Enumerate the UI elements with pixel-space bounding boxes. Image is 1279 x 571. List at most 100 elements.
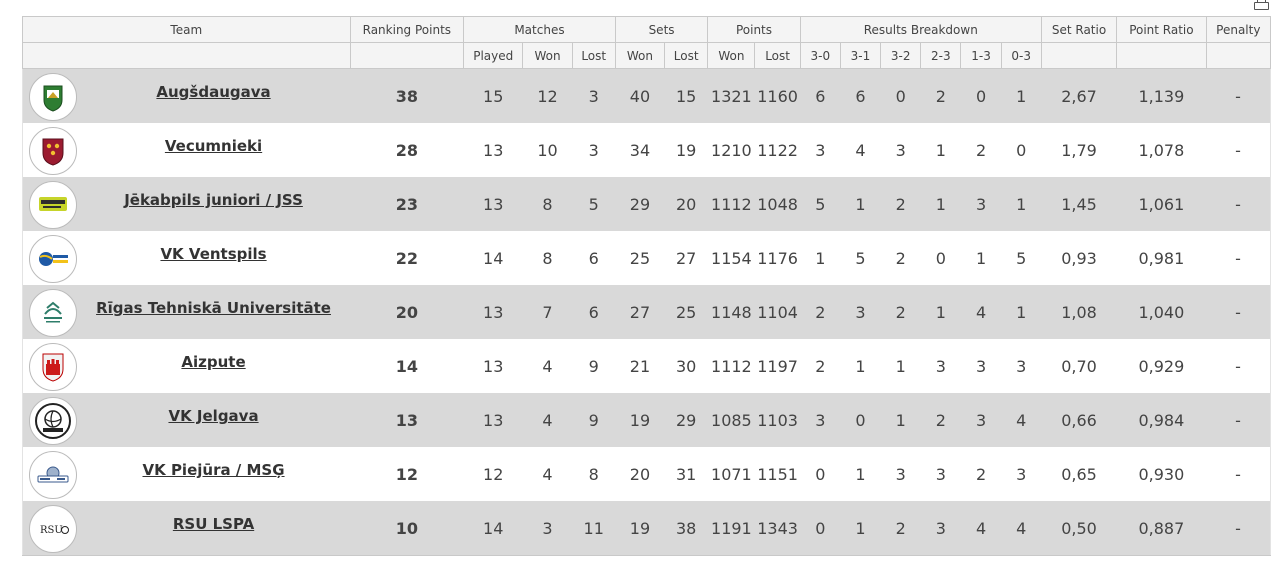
matches-won-cell: 12 (522, 68, 573, 123)
header-breakdown-3-1[interactable]: 3-1 (839, 42, 882, 69)
breakdown-3-0-cell: 6 (800, 68, 841, 123)
breakdown-3-0-cell: 3 (800, 393, 841, 447)
svg-text:RSU: RSU (40, 525, 63, 536)
sets-won-cell: 19 (615, 501, 665, 556)
header-matches-played[interactable]: Played (463, 42, 524, 69)
breakdown-0-3-cell: 0 (1001, 123, 1042, 177)
matches-won-cell: 4 (522, 339, 573, 393)
header-breakdown-1-3[interactable]: 1-3 (960, 42, 1002, 69)
header-ranking-points[interactable]: Ranking Points (349, 16, 465, 43)
breakdown-1-3-cell: 4 (960, 501, 1002, 556)
table-row: Jēkabpils juniori / JSS 23 13 8 5 29 20 1112 104… (22, 177, 1271, 231)
breakdown-3-0-cell: 1 (800, 231, 841, 285)
breakdown-3-1-cell: 0 (840, 393, 881, 447)
breakdown-2-3-cell: 2 (920, 68, 961, 123)
header-set-ratio[interactable]: Set Ratio (1040, 16, 1118, 43)
breakdown-3-0-cell: 2 (800, 285, 841, 339)
breakdown-3-1-cell: 3 (840, 285, 881, 339)
breakdown-3-1-cell: 6 (840, 68, 881, 123)
header-matches-won[interactable]: Won (522, 42, 573, 69)
breakdown-3-2-cell: 2 (880, 285, 921, 339)
breakdown-1-3-cell: 1 (960, 231, 1002, 285)
header-breakdown-3-2[interactable]: 3-2 (880, 42, 922, 69)
breakdown-1-3-cell: 2 (960, 123, 1002, 177)
penalty-cell: - (1206, 231, 1271, 285)
vecumnieki-crest-icon[interactable] (29, 127, 77, 175)
matches-lost-cell: 3 (572, 123, 616, 177)
ventspils-logo-icon[interactable] (29, 235, 77, 283)
header-sets-won[interactable]: Won (614, 42, 666, 69)
header-breakdown-0-3[interactable]: 0-3 (1000, 42, 1042, 69)
team-cell: Jēkabpils juniori / JSS (22, 177, 351, 231)
aizpute-crest-icon[interactable] (29, 343, 77, 391)
sets-won-cell: 29 (615, 177, 665, 231)
sets-won-cell: 40 (615, 68, 665, 123)
jekabpils-logo-icon[interactable] (29, 181, 77, 229)
matches-played-cell: 13 (463, 123, 523, 177)
points-won-cell: 1321 (707, 68, 755, 123)
penalty-cell: - (1206, 501, 1271, 556)
header-breakdown-3-0[interactable]: 3-0 (799, 42, 841, 69)
header-point-ratio[interactable]: Point Ratio (1116, 16, 1207, 43)
breakdown-3-0-cell: 0 (800, 501, 841, 556)
breakdown-3-0-cell: 5 (800, 177, 841, 231)
table-row: Augšdaugava 38 15 12 3 40 15 1321 1160 6 6 0 2 0 1 2,67… (22, 68, 1271, 123)
table-row: Rīgas Tehniskā Universitāte 20 13 7 6 27 25 114… (22, 285, 1271, 339)
header-set-ratio-sub (1040, 42, 1118, 69)
team-name-link[interactable]: Vecumnieki (77, 137, 350, 155)
header-penalty-sub (1205, 42, 1272, 69)
ranking-points-cell: 22 (350, 231, 464, 285)
team-name-link[interactable]: Jēkabpils juniori / JSS (77, 191, 350, 209)
header-matches: Matches (463, 16, 616, 43)
table-row: Vecumnieki 28 13 10 3 34 19 1210 1122 3 4 3 1 2 0 1,79 1… (22, 123, 1271, 177)
augsdaugava-crest-icon[interactable] (29, 73, 77, 121)
header-results-breakdown: Results Breakdown (799, 16, 1042, 43)
sets-lost-cell: 19 (664, 123, 708, 177)
header-breakdown-2-3[interactable]: 2-3 (920, 42, 962, 69)
sets-won-cell: 27 (615, 285, 665, 339)
sets-lost-cell: 38 (664, 501, 708, 556)
breakdown-3-2-cell: 3 (880, 447, 921, 501)
breakdown-0-3-cell: 4 (1001, 501, 1042, 556)
team-name-link[interactable]: VK Jelgava (77, 407, 350, 425)
header-penalty[interactable]: Penalty (1205, 16, 1272, 43)
piejura-logo-icon[interactable] (29, 451, 77, 499)
jelgava-logo-icon[interactable] (29, 397, 77, 445)
ranking-points-cell: 23 (350, 177, 464, 231)
breakdown-2-3-cell: 3 (920, 501, 961, 556)
team-name-link[interactable]: RSU LSPA (77, 515, 350, 533)
table-row: VK Jelgava 13 13 4 9 19 29 1085 1103 3 0 1 2 3 4 0,66 0,… (22, 393, 1271, 447)
rsu-logo-icon[interactable]: RSU (29, 505, 77, 553)
ranking-points-cell: 28 (350, 123, 464, 177)
breakdown-3-2-cell: 1 (880, 393, 921, 447)
rtu-logo-icon[interactable] (29, 289, 77, 337)
team-cell: Augšdaugava (22, 68, 351, 123)
sets-lost-cell: 31 (664, 447, 708, 501)
team-name-link[interactable]: Rīgas Tehniskā Universitāte (77, 299, 350, 317)
standings-table-container: Team Ranking Points Matches Sets Points … (22, 16, 1272, 556)
matches-won-cell: 8 (522, 231, 573, 285)
breakdown-3-0-cell: 3 (800, 123, 841, 177)
header-points-won[interactable]: Won (707, 42, 756, 69)
points-won-cell: 1085 (707, 393, 755, 447)
header-points-lost[interactable]: Lost (754, 42, 801, 69)
printer-icon[interactable] (1254, 0, 1269, 10)
set-ratio-cell: 0,70 (1041, 339, 1117, 393)
matches-lost-cell: 11 (572, 501, 616, 556)
matches-won-cell: 8 (522, 177, 573, 231)
sets-lost-cell: 20 (664, 177, 708, 231)
ranking-points-cell: 38 (350, 68, 464, 123)
header-sets-lost[interactable]: Lost (664, 42, 709, 69)
breakdown-0-3-cell: 1 (1001, 177, 1042, 231)
team-name-link[interactable]: Augšdaugava (77, 83, 350, 101)
header-team[interactable]: Team (22, 16, 351, 43)
set-ratio-cell: 0,93 (1041, 231, 1117, 285)
set-ratio-cell: 0,50 (1041, 501, 1117, 556)
header-matches-lost[interactable]: Lost (571, 42, 616, 69)
sets-won-cell: 20 (615, 447, 665, 501)
team-name-link[interactable]: VK Piejūra / MSĢ (77, 461, 350, 479)
breakdown-3-2-cell: 1 (880, 339, 921, 393)
team-name-link[interactable]: Aizpute (77, 353, 350, 371)
point-ratio-cell: 1,061 (1116, 177, 1207, 231)
team-name-link[interactable]: VK Ventspils (77, 245, 350, 263)
